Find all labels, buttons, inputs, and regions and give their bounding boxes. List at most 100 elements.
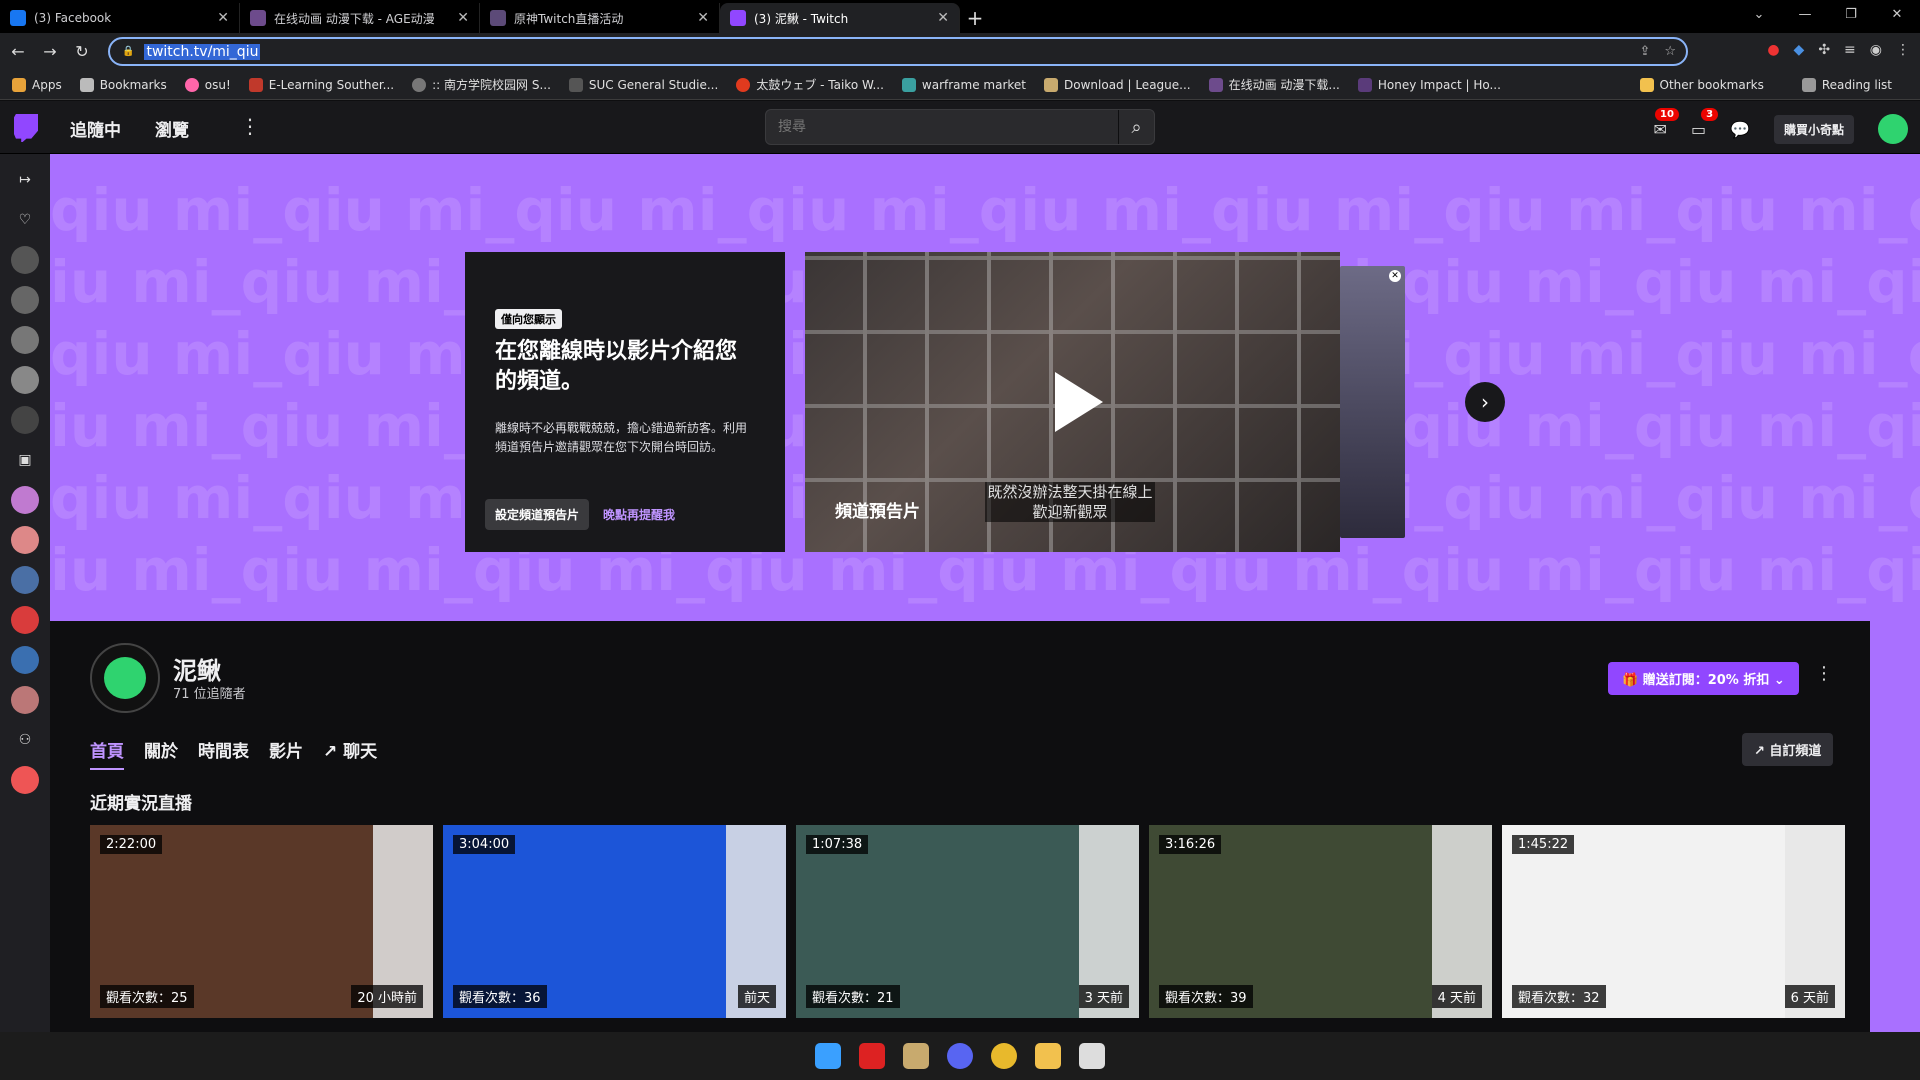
chevron-right-icon[interactable]: › bbox=[1465, 382, 1505, 422]
close-window-button[interactable]: ✕ bbox=[1874, 0, 1920, 33]
bookmark-star-icon[interactable]: ☆ bbox=[1664, 44, 1676, 59]
reload-icon[interactable]: ↻ bbox=[68, 42, 96, 61]
nav-following[interactable]: 追隨中 bbox=[70, 116, 121, 141]
tab-genshin[interactable]: 原神Twitch直播活动 ✕ bbox=[480, 3, 720, 33]
expand-sidebar-icon[interactable]: ↦ bbox=[11, 166, 39, 194]
twitch-logo-icon[interactable] bbox=[14, 114, 38, 142]
following-heart-icon[interactable]: ♡ bbox=[11, 206, 39, 234]
bookmark-suc[interactable]: SUC General Studie... bbox=[568, 77, 718, 92]
channel-avatar[interactable] bbox=[11, 246, 39, 274]
back-icon[interactable]: ← bbox=[4, 42, 32, 61]
search-icon[interactable]: ⌕ bbox=[1118, 110, 1154, 144]
tab-home[interactable]: 首頁 bbox=[90, 737, 124, 770]
more-options-icon[interactable]: ⋮ bbox=[1815, 663, 1833, 684]
file-explorer-icon[interactable] bbox=[1035, 1043, 1061, 1069]
set-trailer-button[interactable]: 設定頻道預告片 bbox=[485, 499, 590, 530]
agefans-icon bbox=[1208, 77, 1223, 92]
tab-search-icon[interactable]: ⌄ bbox=[1736, 0, 1782, 33]
channel-avatar[interactable] bbox=[11, 486, 39, 514]
tab-facebook[interactable]: (3) Facebook ✕ bbox=[0, 3, 240, 33]
close-tab-icon[interactable]: ✕ bbox=[937, 10, 949, 26]
bookmark-honey-impact[interactable]: Honey Impact | Ho... bbox=[1357, 77, 1501, 92]
tab-videos[interactable]: 影片 bbox=[269, 737, 303, 770]
lock-icon[interactable]: 🔒 bbox=[122, 46, 134, 57]
vod-card[interactable]: 3:04:00 觀看次數：36 前天 bbox=[443, 825, 786, 1018]
tab-about[interactable]: 關於 bbox=[144, 737, 178, 770]
close-tab-icon[interactable]: ✕ bbox=[697, 10, 709, 26]
bookmark-campus[interactable]: :: 南方学院校园网 S... bbox=[412, 76, 551, 93]
profile-avatar-icon[interactable]: ◉ bbox=[1870, 42, 1882, 58]
close-tab-icon[interactable]: ✕ bbox=[457, 10, 469, 26]
puzzle-icon[interactable]: ✣ bbox=[1818, 42, 1830, 58]
channel-avatar[interactable] bbox=[11, 686, 39, 714]
bookmark-taiko[interactable]: 太鼓ウェブ - Taiko W... bbox=[736, 76, 884, 93]
channel-avatar[interactable] bbox=[11, 406, 39, 434]
garena-icon[interactable] bbox=[859, 1043, 885, 1069]
video-camera-icon[interactable]: ▣ bbox=[11, 446, 39, 474]
forward-icon[interactable]: → bbox=[36, 42, 64, 61]
media-icon[interactable]: ≡ bbox=[1844, 42, 1856, 58]
star-icon bbox=[79, 77, 94, 92]
remind-later-link[interactable]: 晚點再提醒我 bbox=[603, 506, 675, 523]
bookmark-agefans[interactable]: 在线动画 动漫下载... bbox=[1208, 76, 1340, 93]
more-options-icon[interactable]: ⋮ bbox=[240, 114, 260, 138]
channel-avatar[interactable] bbox=[11, 646, 39, 674]
bookmark-elearning[interactable]: E-Learning Souther... bbox=[248, 77, 394, 92]
channel-avatar[interactable] bbox=[11, 606, 39, 634]
share-icon[interactable]: ⇪ bbox=[1639, 44, 1650, 59]
other-bookmarks[interactable]: Other bookmarks bbox=[1639, 78, 1764, 92]
bookmark-apps[interactable]: Apps bbox=[12, 77, 62, 92]
extension-red-icon[interactable]: ● bbox=[1767, 42, 1779, 58]
close-icon[interactable]: ✕ bbox=[1389, 270, 1401, 282]
bookmark-osu[interactable]: osu! bbox=[184, 77, 231, 92]
vod-card[interactable]: 1:45:22 觀看次數：32 6 天前 bbox=[1502, 825, 1845, 1018]
tab-schedule[interactable]: 時間表 bbox=[198, 737, 249, 770]
nav-browse[interactable]: 瀏覽 bbox=[155, 116, 189, 141]
play-icon[interactable] bbox=[1055, 372, 1103, 432]
whispers-icon[interactable]: 💬 bbox=[1730, 120, 1750, 139]
get-bits-button[interactable]: 購買小奇點 bbox=[1773, 114, 1854, 144]
vod-card[interactable]: 3:16:26 觀看次數：39 4 天前 bbox=[1149, 825, 1492, 1018]
recommended-friends-icon[interactable]: ⚇ bbox=[11, 726, 39, 754]
tab-chat[interactable]: ↗ 聊天 bbox=[323, 737, 377, 770]
next-slide-preview[interactable]: ✕ bbox=[1340, 266, 1405, 538]
bookmark-warframe[interactable]: warframe market bbox=[901, 77, 1026, 92]
reading-list[interactable]: Reading list bbox=[1801, 78, 1892, 92]
avatar-face bbox=[104, 657, 146, 699]
vod-card[interactable]: 2:22:00 觀看次數：25 20 小時前 bbox=[90, 825, 433, 1018]
url-text[interactable]: twitch.tv/mi_qiu bbox=[144, 43, 261, 60]
discord-icon[interactable] bbox=[947, 1043, 973, 1069]
user-avatar[interactable] bbox=[1878, 114, 1908, 144]
bookmark-bookmarks[interactable]: Bookmarks bbox=[79, 77, 167, 92]
extension-blue-icon[interactable]: ◆ bbox=[1794, 42, 1805, 58]
channel-avatar[interactable] bbox=[11, 566, 39, 594]
address-bar[interactable]: 🔒 twitch.tv/mi_qiu ⇪ ☆ bbox=[108, 37, 1688, 66]
windows-start-icon[interactable] bbox=[815, 1043, 841, 1069]
channel-avatar[interactable] bbox=[11, 326, 39, 354]
channel-avatar[interactable] bbox=[11, 286, 39, 314]
trailer-preview[interactable]: 頻道預告片 既然沒辦法整天掛在線上 歡迎新觀眾 bbox=[805, 252, 1340, 552]
channel-avatar[interactable] bbox=[11, 766, 39, 794]
chrome-icon[interactable] bbox=[991, 1043, 1017, 1069]
inbox-badge: 3 bbox=[1701, 107, 1719, 121]
inbox-icon[interactable]: ▭ 3 bbox=[1691, 107, 1719, 139]
channel-avatar[interactable] bbox=[11, 366, 39, 394]
restore-button[interactable]: ❐ bbox=[1828, 0, 1874, 33]
bookmark-league[interactable]: Download | League... bbox=[1044, 77, 1191, 92]
channel-avatar[interactable] bbox=[11, 526, 39, 554]
new-tab-button[interactable]: + bbox=[960, 3, 990, 33]
close-tab-icon[interactable]: ✕ bbox=[217, 10, 229, 26]
search-input[interactable] bbox=[766, 119, 1116, 135]
tab-twitch[interactable]: (3) 泥鳅 - Twitch ✕ bbox=[720, 3, 960, 33]
tab-agefans[interactable]: 在线动画 动漫下载 - AGE动漫 ✕ bbox=[240, 3, 480, 33]
minimize-button[interactable]: — bbox=[1782, 0, 1828, 33]
gift-sub-button[interactable]: 🎁 贈送訂閱：20% 折扣 ⌄ bbox=[1608, 662, 1799, 695]
vod-views: 觀看次數：25 bbox=[100, 985, 194, 1008]
menu-icon[interactable]: ⋮ bbox=[1896, 42, 1910, 58]
league-client-icon[interactable] bbox=[903, 1043, 929, 1069]
snipping-tool-icon[interactable] bbox=[1079, 1043, 1105, 1069]
channel-avatar[interactable] bbox=[90, 643, 160, 713]
customize-channel-button[interactable]: ↗ 自訂頻道 bbox=[1742, 733, 1834, 766]
notifications-icon[interactable]: ✉ 10 bbox=[1654, 107, 1679, 139]
vod-card[interactable]: 1:07:38 觀看次數：21 3 天前 bbox=[796, 825, 1139, 1018]
